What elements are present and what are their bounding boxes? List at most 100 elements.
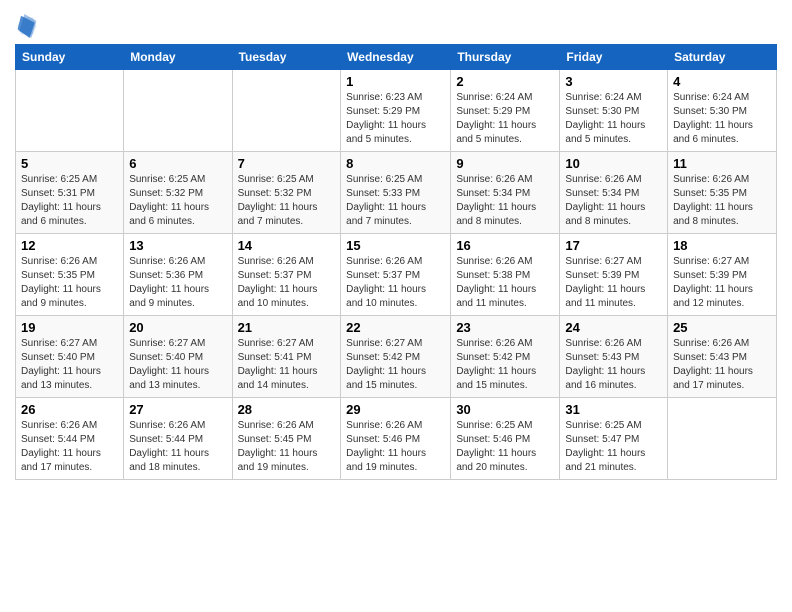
day-number: 16: [456, 238, 554, 253]
calendar-cell: 26Sunrise: 6:26 AM Sunset: 5:44 PM Dayli…: [16, 398, 124, 480]
day-info: Sunrise: 6:26 AM Sunset: 5:46 PM Dayligh…: [346, 419, 445, 475]
week-row-2: 12 Sunrise: 6:26 AM Sunset: 5:35 PM Dayli…: [16, 234, 777, 316]
weekday-header-friday: Friday: [560, 45, 668, 70]
day-info: Sunrise: 6:25 AM Sunset: 5:32 PM Dayligh…: [129, 173, 226, 229]
day-info: Sunrise: 6:24 AM Sunset: 5:30 PM Dayligh…: [565, 91, 662, 147]
day-info: Sunrise: 6:27 AM Sunset: 5:39 PM Dayligh…: [565, 255, 662, 311]
day-number: 15: [346, 238, 445, 253]
calendar-cell: 14 Sunrise: 6:26 AM Sunset: 5:37 PM Dayli…: [232, 234, 341, 316]
weekday-header-sunday: Sunday: [16, 45, 124, 70]
day-number: 25: [673, 320, 771, 335]
day-number: 7: [238, 156, 336, 171]
calendar-cell: 27 Sunrise: 6:26 AM Sunset: 5:44 PM Dayli…: [124, 398, 232, 480]
calendar-cell: 16 Sunrise: 6:26 AM Sunset: 5:38 PM Dayli…: [451, 234, 560, 316]
calendar-cell: [668, 398, 777, 480]
logo-icon: [17, 14, 37, 38]
calendar-cell: 23 Sunrise: 6:26 AM Sunset: 5:42 PM Dayli…: [451, 316, 560, 398]
day-number: 8: [346, 156, 445, 171]
day-info: Sunrise: 6:26 AM Sunset: 5:37 PM Dayligh…: [346, 255, 445, 311]
calendar-cell: 12 Sunrise: 6:26 AM Sunset: 5:35 PM Dayli…: [16, 234, 124, 316]
calendar-cell: 1 Sunrise: 6:23 AM Sunset: 5:29 PM Daylig…: [341, 70, 451, 152]
day-info: Sunrise: 6:27 AM Sunset: 5:40 PM Dayligh…: [129, 337, 226, 393]
day-number: 21: [238, 320, 336, 335]
calendar-cell: 29 Sunrise: 6:26 AM Sunset: 5:46 PM Dayli…: [341, 398, 451, 480]
day-info: Sunrise: 6:24 AM Sunset: 5:30 PM Dayligh…: [673, 91, 771, 147]
calendar-cell: 4 Sunrise: 6:24 AM Sunset: 5:30 PM Daylig…: [668, 70, 777, 152]
day-info: Sunrise: 6:25 AM Sunset: 5:33 PM Dayligh…: [346, 173, 445, 229]
day-number: 27: [129, 402, 226, 417]
calendar-cell: [16, 70, 124, 152]
calendar-cell: 7 Sunrise: 6:25 AM Sunset: 5:32 PM Daylig…: [232, 152, 341, 234]
week-row-3: 19 Sunrise: 6:27 AM Sunset: 5:40 PM Dayli…: [16, 316, 777, 398]
logo: [15, 14, 41, 38]
week-row-4: 26 Sunrise: 6:26 AM Sunset: 5:44 PM Dayli…: [16, 398, 777, 480]
calendar-cell: 19Sunrise: 6:27 AM Sunset: 5:40 PM Dayli…: [16, 316, 124, 398]
day-info: Sunrise: 6:25 AM Sunset: 5:47 PM Dayligh…: [565, 419, 662, 475]
day-info: Sunrise: 6:26 AM Sunset: 5:43 PM Dayligh…: [565, 337, 662, 393]
day-info: Sunrise: 6:24 AM Sunset: 5:29 PM Dayligh…: [456, 91, 554, 147]
day-info: Sunrise: 6:25 AM Sunset: 5:31 PM Dayligh…: [21, 173, 118, 229]
page: SundayMondayTuesdayWednesdayThursdayFrid…: [0, 0, 792, 612]
day-info: Sunrise: 6:26 AM Sunset: 5:37 PM Dayligh…: [238, 255, 336, 311]
day-number: 18: [673, 238, 771, 253]
day-number: 1: [346, 74, 445, 89]
calendar-cell: 8 Sunrise: 6:25 AM Sunset: 5:33 PM Daylig…: [341, 152, 451, 234]
calendar-cell: 25 Sunrise: 6:26 AM Sunset: 5:43 PM Dayli…: [668, 316, 777, 398]
day-info: Sunrise: 6:25 AM Sunset: 5:32 PM Dayligh…: [238, 173, 336, 229]
day-info: Sunrise: 6:26 AM Sunset: 5:43 PM Dayligh…: [673, 337, 771, 393]
day-number: 4: [673, 74, 771, 89]
calendar-cell: 28 Sunrise: 6:26 AM Sunset: 5:45 PM Dayli…: [232, 398, 341, 480]
calendar-cell: 17 Sunrise: 6:27 AM Sunset: 5:39 PM Dayli…: [560, 234, 668, 316]
calendar-cell: 10Sunrise: 6:26 AM Sunset: 5:34 PM Dayli…: [560, 152, 668, 234]
calendar-cell: 5Sunrise: 6:25 AM Sunset: 5:31 PM Daylig…: [16, 152, 124, 234]
calendar-cell: 31 Sunrise: 6:25 AM Sunset: 5:47 PM Dayli…: [560, 398, 668, 480]
calendar-cell: 21 Sunrise: 6:27 AM Sunset: 5:41 PM Dayli…: [232, 316, 341, 398]
day-number: 9: [456, 156, 554, 171]
day-info: Sunrise: 6:26 AM Sunset: 5:35 PM Dayligh…: [21, 255, 118, 311]
day-number: 22: [346, 320, 445, 335]
day-number: 29: [346, 402, 445, 417]
calendar-cell: 3 Sunrise: 6:24 AM Sunset: 5:30 PM Daylig…: [560, 70, 668, 152]
day-number: 20: [129, 320, 226, 335]
day-number: 6: [129, 156, 226, 171]
day-number: 13: [129, 238, 226, 253]
day-number: 23: [456, 320, 554, 335]
day-number: 28: [238, 402, 336, 417]
day-info: Sunrise: 6:26 AM Sunset: 5:36 PM Dayligh…: [129, 255, 226, 311]
calendar-cell: 6 Sunrise: 6:25 AM Sunset: 5:32 PM Daylig…: [124, 152, 232, 234]
day-info: Sunrise: 6:27 AM Sunset: 5:39 PM Dayligh…: [673, 255, 771, 311]
day-number: 26: [21, 402, 118, 417]
day-number: 17: [565, 238, 662, 253]
calendar-cell: 13 Sunrise: 6:26 AM Sunset: 5:36 PM Dayli…: [124, 234, 232, 316]
calendar-cell: 15 Sunrise: 6:26 AM Sunset: 5:37 PM Dayli…: [341, 234, 451, 316]
day-info: Sunrise: 6:27 AM Sunset: 5:41 PM Dayligh…: [238, 337, 336, 393]
day-number: 3: [565, 74, 662, 89]
day-info: Sunrise: 6:26 AM Sunset: 5:34 PM Dayligh…: [456, 173, 554, 229]
day-number: 10: [565, 156, 662, 171]
day-number: 11: [673, 156, 771, 171]
calendar-cell: 30Sunrise: 6:25 AM Sunset: 5:46 PM Dayli…: [451, 398, 560, 480]
day-number: 12: [21, 238, 118, 253]
day-number: 19: [21, 320, 118, 335]
weekday-header-tuesday: Tuesday: [232, 45, 341, 70]
weekday-header-thursday: Thursday: [451, 45, 560, 70]
day-number: 14: [238, 238, 336, 253]
day-number: 31: [565, 402, 662, 417]
weekday-header-wednesday: Wednesday: [341, 45, 451, 70]
calendar-cell: 18 Sunrise: 6:27 AM Sunset: 5:39 PM Dayli…: [668, 234, 777, 316]
day-number: 2: [456, 74, 554, 89]
day-info: Sunrise: 6:26 AM Sunset: 5:44 PM Dayligh…: [129, 419, 226, 475]
day-info: Sunrise: 6:25 AM Sunset: 5:46 PM Dayligh…: [456, 419, 554, 475]
day-info: Sunrise: 6:23 AM Sunset: 5:29 PM Dayligh…: [346, 91, 445, 147]
weekday-header-saturday: Saturday: [668, 45, 777, 70]
day-info: Sunrise: 6:26 AM Sunset: 5:45 PM Dayligh…: [238, 419, 336, 475]
day-info: Sunrise: 6:26 AM Sunset: 5:38 PM Dayligh…: [456, 255, 554, 311]
calendar-cell: 2 Sunrise: 6:24 AM Sunset: 5:29 PM Daylig…: [451, 70, 560, 152]
calendar-cell: [232, 70, 341, 152]
week-row-0: 1 Sunrise: 6:23 AM Sunset: 5:29 PM Daylig…: [16, 70, 777, 152]
calendar-cell: 9 Sunrise: 6:26 AM Sunset: 5:34 PM Daylig…: [451, 152, 560, 234]
day-info: Sunrise: 6:26 AM Sunset: 5:42 PM Dayligh…: [456, 337, 554, 393]
weekday-header-row: SundayMondayTuesdayWednesdayThursdayFrid…: [16, 45, 777, 70]
day-info: Sunrise: 6:26 AM Sunset: 5:35 PM Dayligh…: [673, 173, 771, 229]
calendar-cell: 20 Sunrise: 6:27 AM Sunset: 5:40 PM Dayli…: [124, 316, 232, 398]
